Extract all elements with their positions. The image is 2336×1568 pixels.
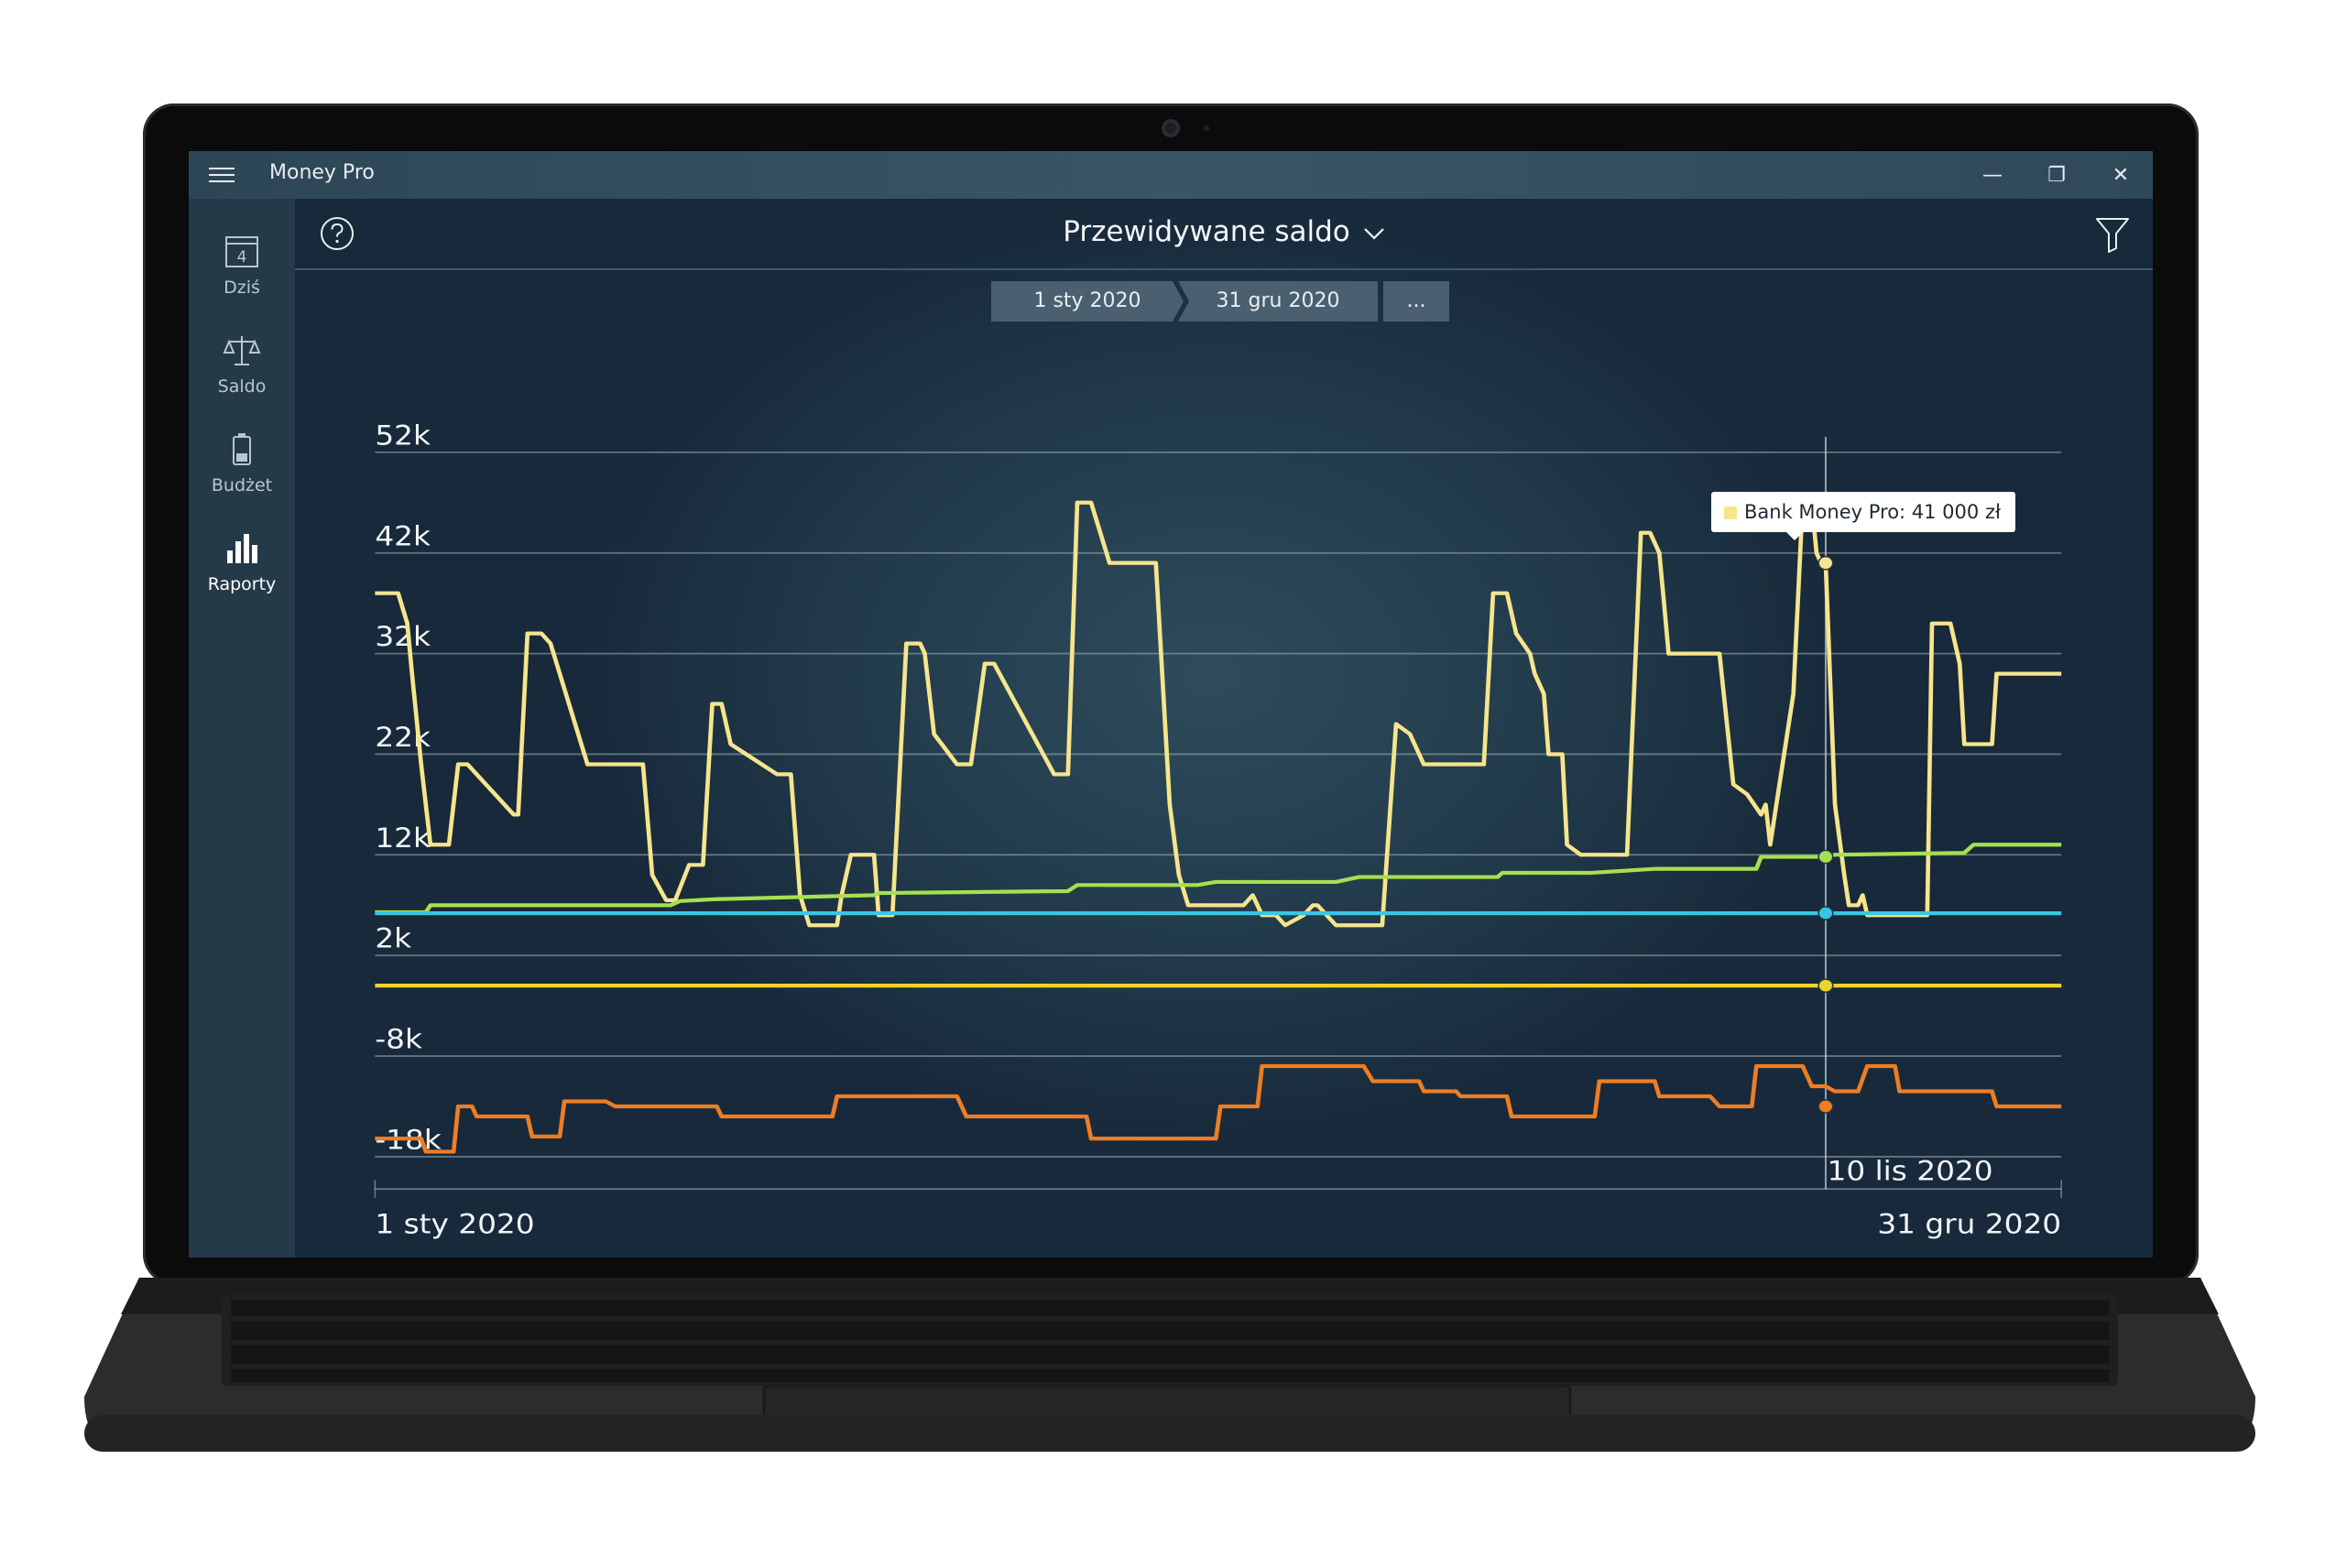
sidebar-item-label: Raporty xyxy=(207,574,277,594)
more-options-label: ... xyxy=(1406,289,1426,312)
minimize-button[interactable]: — xyxy=(1960,151,2025,199)
tooltip-text: Bank Money Pro: 41 000 zł xyxy=(1744,501,2001,523)
title-bar: Money Pro — ❐ ✕ xyxy=(189,151,2153,199)
app-window: Money Pro — ❐ ✕ 4 Dziś Saldo Budżet Rapo… xyxy=(189,151,2153,1258)
tooltip-swatch-icon xyxy=(1724,506,1737,519)
report-type-dropdown[interactable]: Przewidywane saldo xyxy=(295,215,2153,248)
restore-button[interactable]: ❐ xyxy=(2025,151,2089,199)
scales-icon xyxy=(223,336,261,365)
cursor-marker xyxy=(1817,555,1834,571)
y-tick-label: 2k xyxy=(375,923,411,954)
start-date-label: 1 sty 2020 xyxy=(1033,289,1141,312)
keyboard-deck-icon xyxy=(84,1278,2255,1452)
app-title: Money Pro xyxy=(269,161,375,184)
chart-canvas[interactable]: 52k42k32k22k12k2k-8k-18k1 sty 2020 31 gru… xyxy=(295,327,2153,1258)
minimize-icon: — xyxy=(1982,163,2003,187)
cursor-marker xyxy=(1817,1099,1834,1114)
chart-tooltip: Bank Money Pro: 41 000 zł xyxy=(1711,492,2015,532)
sidebar-item-label: Budżet xyxy=(211,475,273,495)
calendar-day-number: 4 xyxy=(237,248,247,267)
y-tick-label: 22k xyxy=(375,722,431,753)
filter-icon[interactable] xyxy=(2094,215,2131,254)
laptop-base xyxy=(84,1278,2255,1452)
webcam-icon xyxy=(1162,119,1180,137)
y-tick-label: 42k xyxy=(375,521,431,552)
sidebar-item-balance[interactable]: Saldo xyxy=(189,331,295,419)
restore-icon: ❐ xyxy=(2047,163,2066,187)
sidebar-item-reports[interactable]: Raporty xyxy=(189,528,295,616)
sidebar-item-budget[interactable]: Budżet xyxy=(189,430,295,517)
sidebar-item-label: Dziś xyxy=(224,278,260,298)
webcam-indicator xyxy=(1204,125,1209,131)
close-button[interactable]: ✕ xyxy=(2089,151,2153,199)
y-tick-label: 12k xyxy=(375,822,431,854)
sidebar-item-label: Saldo xyxy=(217,376,267,397)
hamburger-menu-icon[interactable] xyxy=(207,164,236,186)
end-date-button[interactable]: 31 gru 2020 xyxy=(1178,281,1378,321)
sidebar: 4 Dziś Saldo Budżet Raporty xyxy=(189,199,295,1258)
chevron-down-icon xyxy=(1364,227,1384,240)
page-title: Przewidywane saldo xyxy=(1063,215,1350,248)
x-start-label: 1 sty 2020 xyxy=(375,1209,534,1240)
y-tick-label: 32k xyxy=(375,622,431,653)
end-date-label: 31 gru 2020 xyxy=(1216,289,1340,312)
series-line-bank xyxy=(375,500,2062,928)
cursor-marker xyxy=(1817,978,1834,993)
series-line-credit xyxy=(375,1063,2062,1154)
sidebar-item-today[interactable]: 4 Dziś xyxy=(189,232,295,320)
battery-icon xyxy=(233,433,251,465)
more-options-button[interactable]: ... xyxy=(1383,281,1449,321)
bar-chart-icon xyxy=(227,534,257,563)
tooltip-pointer-icon xyxy=(1786,532,1803,540)
start-date-button[interactable]: 1 sty 2020 xyxy=(991,281,1184,321)
cursor-date-label: 10 lis 2020 xyxy=(1828,1156,1993,1187)
balance-forecast-chart: 52k 42k 32k 22k 12k 2k -8k -18k 1 sty 2020 31 gru… xyxy=(295,327,2153,1258)
cursor-marker xyxy=(1817,849,1834,865)
x-end-label: 31 gru 2020 xyxy=(1877,1209,2061,1240)
y-tick-label: -8k xyxy=(375,1024,422,1055)
header-bar: Przewidywane saldo xyxy=(295,199,2153,270)
main-content: Przewidywane saldo 1 sty 2020 31 gru 202… xyxy=(295,199,2153,1258)
close-icon: ✕ xyxy=(2112,163,2130,187)
cursor-marker xyxy=(1817,906,1834,920)
calendar-icon: 4 xyxy=(225,236,258,267)
y-tick-label: 52k xyxy=(375,420,431,452)
